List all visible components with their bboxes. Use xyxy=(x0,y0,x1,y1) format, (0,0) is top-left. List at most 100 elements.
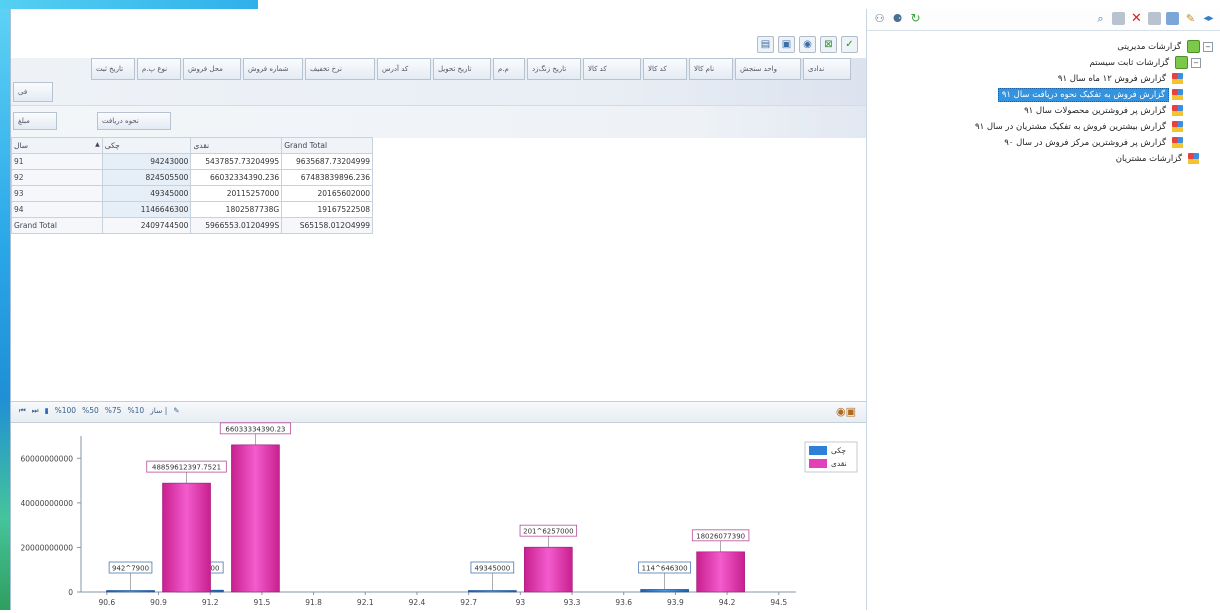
zoom-100-button[interactable]: %100 xyxy=(55,406,76,416)
cell: 19167522508 xyxy=(281,201,373,218)
tree-node-report[interactable]: گزارش بیشترین فروش به تفکیک مشتریان در س… xyxy=(873,119,1213,135)
chart-type-button[interactable]: ساز | xyxy=(150,406,167,416)
tree-node-report[interactable]: گزارش پر فروشترین مرکز فروش در سال ۹۰ xyxy=(873,135,1213,151)
arrows-icon[interactable]: ◂▸ xyxy=(1202,12,1215,25)
first-page-icon[interactable]: ⏮ xyxy=(19,406,26,416)
x-tick-label: 93.9 xyxy=(667,598,684,607)
last-page-icon[interactable]: ⏭ xyxy=(32,406,39,416)
chart-toolbar: ⏮ ⏭ ▮ %100 %50 %75 %10 ساز | ✎ ◉▣ xyxy=(11,401,866,423)
window-accent-strip xyxy=(0,0,258,9)
legend-swatch xyxy=(809,446,827,455)
tree-node-report[interactable]: گزارش پر فروشترین محصولات سال ۹۱ xyxy=(873,103,1213,119)
y-tick-label: 60000000000 xyxy=(21,454,74,463)
eye-icon[interactable]: ⚇ xyxy=(873,12,886,25)
column-header: Grand Total xyxy=(281,137,373,154)
report-tree-panel: ⚇ ⚈ ↻ ⌕ ✕ ✎ ◂▸ −گزارشات مدیریتی −گزارشات… xyxy=(866,9,1220,610)
chart-settings-icon[interactable]: ◉▣ xyxy=(836,405,856,418)
collapse-icon[interactable]: − xyxy=(1203,41,1213,52)
export-icon[interactable] xyxy=(1166,12,1179,25)
field-header[interactable]: تاریخ تحویل xyxy=(433,58,491,80)
sort-asc-icon[interactable]: ▲ xyxy=(95,141,100,148)
cell: 5437857.73204995 xyxy=(190,153,283,170)
zoom-50-button[interactable]: %50 xyxy=(82,406,99,416)
cell: 9635687.73204999 xyxy=(281,153,373,170)
column-header: نقدی xyxy=(190,137,283,154)
field-header[interactable]: کد آدرس xyxy=(377,58,431,80)
row-field-header[interactable]: سال ▲ xyxy=(11,137,103,154)
legend-swatch xyxy=(809,459,827,468)
data-label: 201^6257000 xyxy=(523,528,573,536)
bar-cash xyxy=(162,482,211,593)
x-tick-label: 93.3 xyxy=(564,598,581,607)
field-header[interactable]: فی xyxy=(13,82,53,102)
field-header[interactable]: تاریخ ثبت xyxy=(91,58,135,80)
field-header[interactable]: کد کالا xyxy=(643,58,687,80)
pivot-filter-row2: فی xyxy=(13,82,53,102)
row-header: 93 xyxy=(11,185,103,202)
cell: 20165602000 xyxy=(281,185,373,202)
report-tree: −گزارشات مدیریتی −گزارشات ثابت سیستم گزا… xyxy=(873,39,1213,167)
field-header[interactable]: نرخ تخفیف xyxy=(305,58,375,80)
field-header[interactable]: تاریخ زنگ‌زد xyxy=(527,58,581,80)
field-header[interactable]: شماره فروش xyxy=(243,58,303,80)
refresh-icon[interactable]: ↻ xyxy=(909,12,922,25)
settings-icon[interactable]: ◉ xyxy=(799,36,816,53)
table-row: 91 94243000 5437857.73204995 9635687.732… xyxy=(11,153,373,170)
folder-icon xyxy=(1175,56,1188,69)
tree-node-report[interactable]: گزارشات مشتریان xyxy=(873,151,1213,167)
eye-off-icon[interactable]: ⚈ xyxy=(891,12,904,25)
tree-node-label: گزارش بیشترین فروش به تفکیک مشتریان در س… xyxy=(975,122,1166,132)
bar-cash xyxy=(696,551,745,593)
zoom-75-button[interactable]: %75 xyxy=(105,406,122,416)
cell: 67483839896.236 xyxy=(281,169,373,186)
brush-icon[interactable]: ✎ xyxy=(1184,12,1197,25)
x-tick-label: 90.9 xyxy=(150,598,167,607)
copy-icon[interactable] xyxy=(1112,12,1125,25)
find-icon[interactable]: ⌕ xyxy=(1094,12,1107,25)
tree-node-root[interactable]: − گزارشات مدیریتی xyxy=(873,39,1213,55)
field-header[interactable]: نام کالا xyxy=(689,58,733,80)
tree-node-report-selected[interactable]: گزارش فروش به تفکیک نحوه دریافت سال ۹۱ xyxy=(873,87,1213,103)
tree-toolbar-right: ⌕ ✕ ✎ ◂▸ xyxy=(1094,12,1215,25)
pivot-toolbar: ▤ ▣ ◉ ⊠ ✓ xyxy=(757,36,858,53)
column-field-header[interactable]: نحوه دریافت xyxy=(97,112,171,130)
zoom-10-button[interactable]: %10 xyxy=(127,406,144,416)
print-icon[interactable]: ▤ xyxy=(757,36,774,53)
field-header[interactable]: م.م xyxy=(493,58,525,80)
grid-icon[interactable] xyxy=(1148,12,1161,25)
bar-chart: 0 20000000000 40000000000 60000000000 90.6 90… xyxy=(21,422,858,607)
excel-icon[interactable]: ⊠ xyxy=(820,36,837,53)
tree-node-label: گزارش پر فروشترین مرکز فروش در سال ۹۰ xyxy=(1004,138,1166,148)
data-label: 942^7900 xyxy=(112,565,149,573)
delete-icon[interactable]: ✕ xyxy=(1130,12,1143,25)
x-tick-label: 92.1 xyxy=(357,598,374,607)
y-tick-label: 40000000000 xyxy=(21,499,74,508)
x-tick-label: 94.2 xyxy=(719,598,736,607)
row-header: 91 xyxy=(11,153,103,170)
apply-check-icon[interactable]: ✓ xyxy=(841,36,858,53)
report-icon xyxy=(1188,153,1199,164)
report-icon xyxy=(1172,121,1183,132)
cell: 1802587738G xyxy=(190,201,283,218)
field-header[interactable]: واحد سنجش xyxy=(735,58,801,80)
field-header[interactable]: محل فروش xyxy=(183,58,241,80)
field-header[interactable]: ندادی xyxy=(803,58,851,80)
tree-node-report[interactable]: گزارش فروش ۱۲ ماه سال ۹۱ xyxy=(873,71,1213,87)
legend-label: نقدی xyxy=(831,459,847,468)
field-header[interactable]: کد کالا xyxy=(583,58,641,80)
grand-total-row: Grand Total 2409744500 5966553.0120499S … xyxy=(11,217,373,234)
tree-node-group[interactable]: − گزارشات ثابت سیستم xyxy=(873,55,1213,71)
field-header[interactable]: نوع پ.م xyxy=(137,58,181,80)
bar-chart-icon[interactable]: ▮ xyxy=(45,406,49,416)
data-field-header[interactable]: مبلغ xyxy=(13,112,57,130)
cell: S65158.012O4999 xyxy=(281,217,373,234)
pivot-data-column-area: مبلغ نحوه دریافت xyxy=(11,105,866,138)
bar-cash xyxy=(231,444,280,593)
brush-icon[interactable]: ✎ xyxy=(173,406,179,416)
save-icon[interactable]: ▣ xyxy=(778,36,795,53)
collapse-icon[interactable]: − xyxy=(1191,57,1201,68)
x-tick-label: 91.5 xyxy=(254,598,271,607)
pivot-filter-headers: ندادی واحد سنجش نام کالا کد کالا کد کالا… xyxy=(13,58,851,80)
data-label: 66033334390.23 xyxy=(225,425,285,433)
chart-area: 0 20000000000 40000000000 60000000000 90.6 90… xyxy=(11,422,866,610)
